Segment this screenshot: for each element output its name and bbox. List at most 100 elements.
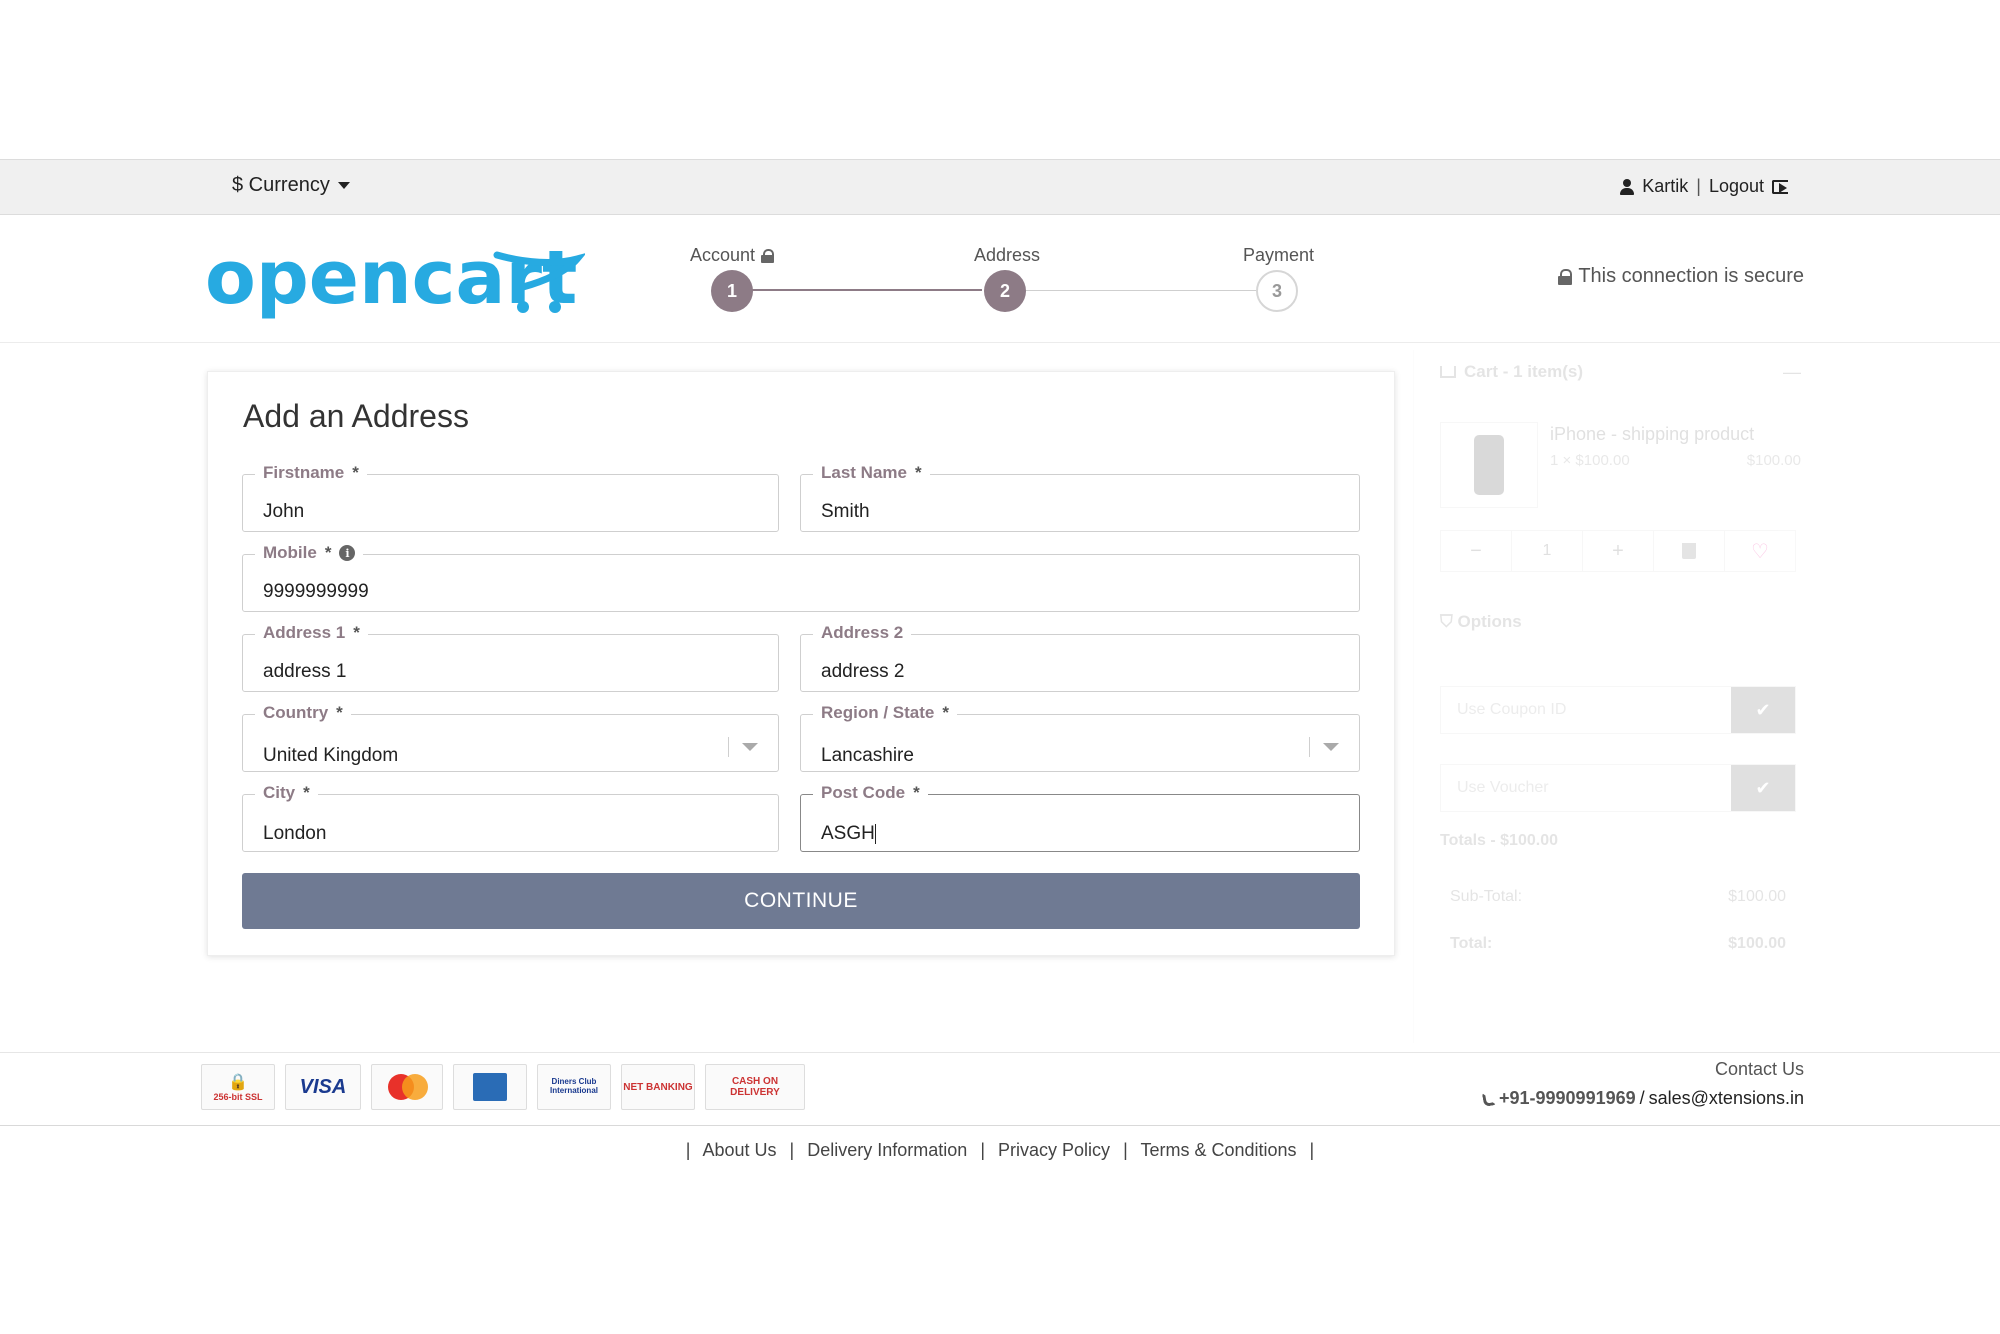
address2-field[interactable]: Address 2 address 2	[800, 623, 1360, 692]
user-icon	[1620, 178, 1635, 195]
amex-logo	[473, 1073, 507, 1101]
user-name-link[interactable]: Kartik	[1642, 176, 1688, 197]
logout-icon[interactable]	[1772, 179, 1788, 194]
step-2-dot: 2	[984, 270, 1026, 312]
lastname-label: Last Name *	[813, 463, 930, 483]
city-label: City *	[255, 783, 318, 803]
terms-conditions-link[interactable]: Terms & Conditions	[1140, 1140, 1296, 1160]
user-box: Kartik | Logout	[1620, 176, 1788, 197]
total-label: Total:	[1450, 935, 1493, 952]
qty-plus-button[interactable]: +	[1583, 531, 1654, 571]
address1-field[interactable]: Address 1 * address 1	[242, 623, 779, 692]
lastname-input[interactable]: Smith	[821, 501, 1267, 523]
cod-badge: CASH ON DELIVERY	[705, 1064, 805, 1110]
step-address-text: Address	[974, 245, 1041, 265]
step-payment-label: Payment	[1243, 245, 1314, 266]
postcode-field[interactable]: Post Code * ASGH	[800, 783, 1360, 852]
phone-image	[1474, 435, 1504, 495]
product-line-price: $100.00	[1746, 452, 1801, 469]
cart-title-text: Cart - 1 item(s)	[1464, 362, 1584, 381]
step-account-text: Account	[690, 245, 756, 265]
link-divider: |	[685, 1140, 691, 1160]
phone-icon	[1481, 1090, 1497, 1107]
cart-wheel-icon	[517, 301, 529, 313]
total-value: $100.00	[1728, 935, 1786, 952]
privacy-policy-link[interactable]: Privacy Policy	[998, 1140, 1110, 1160]
mastercard-badge	[371, 1064, 443, 1110]
address1-label: Address 1 *	[255, 623, 368, 643]
city-input[interactable]: London	[263, 823, 691, 845]
about-us-link[interactable]: About Us	[702, 1140, 776, 1160]
city-field[interactable]: City * London	[242, 783, 779, 852]
product-thumbnail[interactable]	[1440, 422, 1538, 508]
qty-value[interactable]: 1	[1512, 531, 1583, 571]
opencart-logo[interactable]: opencart	[205, 233, 587, 323]
step-connector-todo	[1006, 290, 1256, 291]
options-label[interactable]: ⛉ Options	[1440, 612, 1522, 632]
visa-badge: VISA	[285, 1064, 361, 1110]
delivery-information-link[interactable]: Delivery Information	[807, 1140, 967, 1160]
mobile-label: Mobile * i	[255, 543, 364, 563]
user-separator: |	[1696, 176, 1701, 196]
quantity-stepper: − 1 + ♡	[1440, 530, 1796, 572]
contact-phone[interactable]: +91-9990991969	[1499, 1088, 1636, 1109]
region-value[interactable]: Lancashire	[821, 745, 1267, 767]
country-value[interactable]: United Kingdom	[263, 745, 691, 767]
mobile-input[interactable]: 9999999999	[263, 581, 1156, 603]
step-connector-done	[732, 289, 982, 291]
firstname-input[interactable]: John	[263, 501, 691, 523]
qty-minus-button[interactable]: −	[1441, 531, 1512, 571]
link-divider: |	[1309, 1140, 1315, 1160]
trash-icon[interactable]	[1654, 531, 1725, 571]
info-icon[interactable]: i	[339, 545, 356, 561]
address2-label: Address 2	[813, 623, 912, 643]
diners-badge: Diners Club International	[537, 1064, 611, 1110]
opencart-logo-graphic: opencart	[205, 235, 587, 321]
amex-badge	[453, 1064, 527, 1110]
chevron-down-icon[interactable]	[1309, 737, 1339, 757]
coupon-input[interactable]: Use Coupon ID	[1441, 687, 1731, 733]
product-name[interactable]: iPhone - shipping product	[1550, 424, 1754, 445]
subtotal-label: Sub-Total:	[1450, 888, 1523, 905]
subtotal-value: $100.00	[1728, 888, 1786, 905]
region-select[interactable]: Region / State * Lancashire	[800, 703, 1360, 772]
voucher-input[interactable]: Use Voucher	[1441, 765, 1731, 811]
contact-us-link[interactable]: Contact Us	[1483, 1059, 1804, 1080]
logout-link[interactable]: Logout	[1709, 176, 1764, 197]
continue-button[interactable]: CONTINUE	[242, 873, 1360, 929]
mastercard-logo	[386, 1074, 428, 1100]
collapse-icon[interactable]: —	[1783, 362, 1801, 383]
cart-sidebar: Cart - 1 item(s) — iPhone - shipping pro…	[1413, 350, 1825, 1043]
cart-icon	[1440, 366, 1456, 378]
step-1-dot[interactable]: 1	[711, 270, 753, 312]
caret-down-icon	[337, 182, 350, 189]
footer: 🔒 256-bit SSL VISA Diners Club Internatio…	[0, 1052, 2000, 1126]
apply-voucher-button[interactable]: ✔	[1731, 765, 1795, 811]
contact-email[interactable]: sales@xtensions.in	[1649, 1088, 1804, 1109]
address1-input[interactable]: address 1	[263, 661, 691, 683]
contact-block: Contact Us +91-9990991969 / sales@xtensi…	[1481, 1059, 1804, 1109]
firstname-field[interactable]: Firstname * John	[242, 463, 779, 532]
country-select[interactable]: Country * United Kingdom	[242, 703, 779, 772]
lock-icon	[761, 248, 775, 263]
step-account-label: Account	[690, 245, 775, 266]
currency-dropdown[interactable]: $ Currency	[232, 174, 350, 197]
apply-coupon-button[interactable]: ✔	[1731, 687, 1795, 733]
country-label: Country *	[255, 703, 351, 723]
heart-icon[interactable]: ♡	[1725, 531, 1795, 571]
secure-connection-notice: This connection is secure	[1558, 265, 1804, 288]
chevron-down-icon[interactable]	[728, 737, 758, 757]
cart-title: Cart - 1 item(s)	[1440, 362, 1583, 382]
step-address-label: Address	[974, 245, 1040, 266]
postcode-input[interactable]: ASGH	[821, 823, 1267, 845]
add-address-card: Add an Address Firstname * John Last Name…	[207, 371, 1395, 956]
address2-input[interactable]: address 2	[821, 661, 1267, 683]
payment-badges: 🔒 256-bit SSL VISA Diners Club Internatio…	[201, 1064, 805, 1110]
lock-icon	[1558, 268, 1573, 285]
lastname-field[interactable]: Last Name * Smith	[800, 463, 1360, 532]
totals-title: Totals - $100.00	[1440, 832, 1558, 849]
currency-label: $ Currency	[232, 174, 330, 196]
mobile-field[interactable]: Mobile * i 9999999999	[242, 543, 1360, 612]
firstname-label: Firstname *	[255, 463, 367, 483]
checkout-header: opencart Account Address Payment 1 2 3 T…	[0, 215, 2000, 343]
